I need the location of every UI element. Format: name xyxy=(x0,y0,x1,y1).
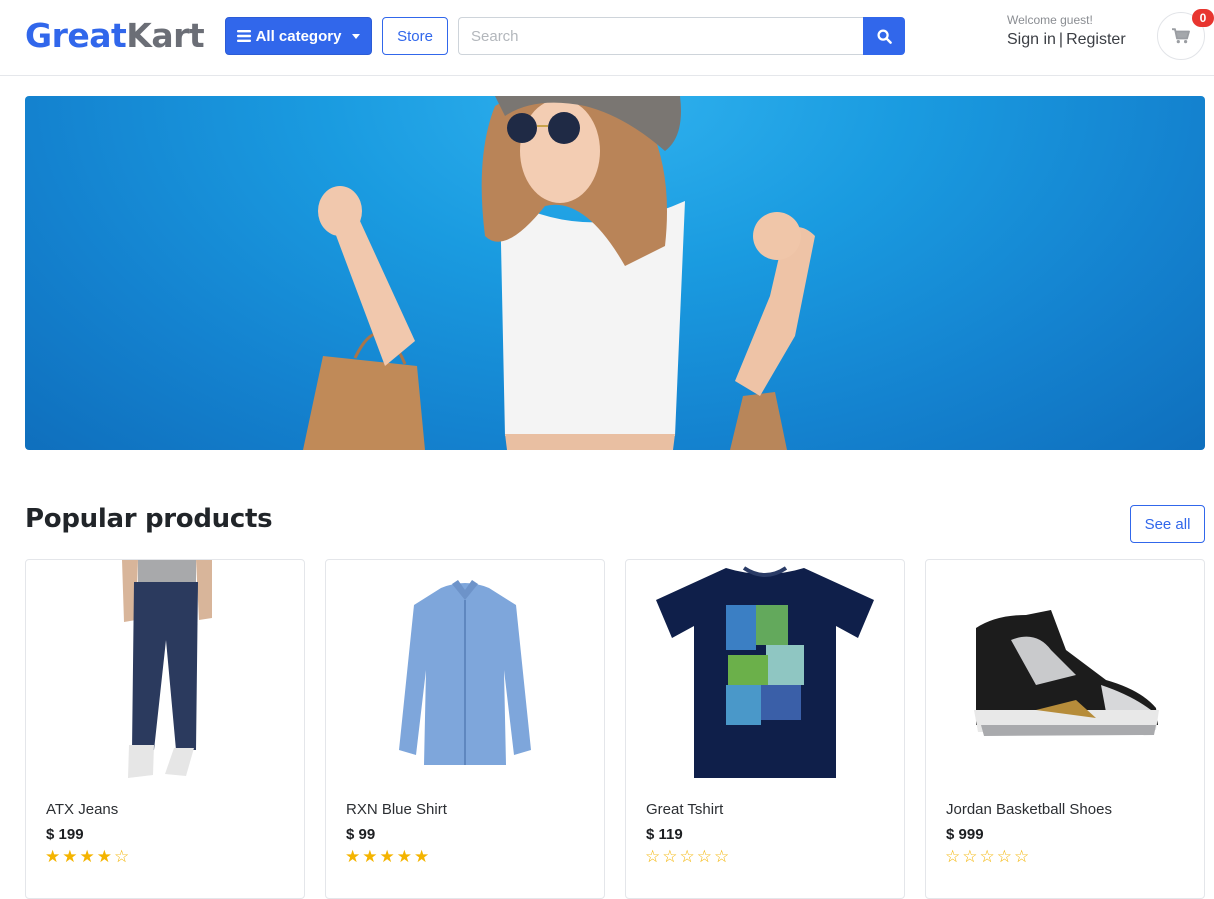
store-button[interactable]: Store xyxy=(382,17,448,55)
bars-icon xyxy=(236,30,251,42)
hero-model-image xyxy=(303,96,815,450)
site-header: GreatKart All category Store Welcome gue… xyxy=(0,0,1214,76)
star-filled-icon: ★ xyxy=(379,847,395,867)
product-card[interactable]: Great Tshirt $ 119 ☆ ☆ ☆ ☆ ☆ xyxy=(625,559,905,899)
product-price: $ 119 xyxy=(646,826,683,843)
store-label: Store xyxy=(397,27,433,45)
jeans-image xyxy=(122,560,212,778)
search-icon xyxy=(876,28,892,44)
star-empty-icon: ☆ xyxy=(662,847,678,867)
star-filled-icon: ★ xyxy=(79,847,95,867)
product-price: $ 199 xyxy=(46,826,84,843)
graphic-tshirt-image xyxy=(656,566,874,778)
cart-count-badge: 0 xyxy=(1192,9,1214,27)
star-empty-icon: ☆ xyxy=(114,847,130,867)
rating-stars: ★ ★ ★ ★ ☆ xyxy=(45,849,129,866)
search-input[interactable] xyxy=(458,17,863,55)
star-filled-icon: ★ xyxy=(345,847,361,867)
star-empty-icon: ☆ xyxy=(714,847,730,867)
product-card[interactable]: Jordan Basketball Shoes $ 999 ☆ ☆ ☆ ☆ ☆ xyxy=(925,559,1205,899)
brand-logo[interactable]: GreatKart xyxy=(25,14,205,58)
blue-shirt-image xyxy=(399,580,531,765)
star-filled-icon: ★ xyxy=(96,847,112,867)
search-button[interactable] xyxy=(863,17,905,55)
star-empty-icon: ☆ xyxy=(979,847,995,867)
search-bar xyxy=(458,17,905,55)
shopping-cart-icon xyxy=(1172,28,1190,44)
star-filled-icon: ★ xyxy=(362,847,378,867)
auth-separator: | xyxy=(1058,31,1064,48)
star-empty-icon: ☆ xyxy=(1014,847,1030,867)
product-name[interactable]: RXN Blue Shirt xyxy=(346,801,447,818)
caret-down-icon xyxy=(352,33,361,39)
star-empty-icon: ☆ xyxy=(996,847,1012,867)
product-price: $ 99 xyxy=(346,826,376,843)
welcome-text: Welcome guest! xyxy=(1007,13,1093,27)
product-card[interactable]: ATX Jeans $ 199 ★ ★ ★ ★ ☆ xyxy=(25,559,305,899)
star-filled-icon: ★ xyxy=(396,847,412,867)
product-name[interactable]: ATX Jeans xyxy=(46,801,118,818)
section-title: Popular products xyxy=(25,504,273,534)
product-name[interactable]: Great Tshirt xyxy=(646,801,723,818)
rating-stars: ☆ ☆ ☆ ☆ ☆ xyxy=(945,849,1029,866)
rating-stars: ★ ★ ★ ★ ★ xyxy=(345,849,429,866)
hero-banner[interactable] xyxy=(25,96,1205,450)
star-filled-icon: ★ xyxy=(414,847,430,867)
rating-stars: ☆ ☆ ☆ ☆ ☆ xyxy=(645,849,729,866)
star-empty-icon: ☆ xyxy=(945,847,961,867)
star-filled-icon: ★ xyxy=(62,847,78,867)
category-label: All category xyxy=(255,27,342,45)
star-empty-icon: ☆ xyxy=(696,847,712,867)
logo-text-great: Great xyxy=(25,16,127,55)
basketball-shoe-image xyxy=(974,610,1159,736)
see-all-label: See all xyxy=(1144,515,1191,533)
product-card[interactable]: RXN Blue Shirt $ 99 ★ ★ ★ ★ ★ xyxy=(325,559,605,899)
register-link[interactable]: Register xyxy=(1066,31,1126,48)
all-category-button[interactable]: All category xyxy=(225,17,372,55)
star-empty-icon: ☆ xyxy=(645,847,661,867)
star-empty-icon: ☆ xyxy=(962,847,978,867)
star-empty-icon: ☆ xyxy=(679,847,695,867)
logo-text-kart: Kart xyxy=(126,16,205,55)
auth-links: Sign in | Register xyxy=(1007,31,1126,49)
see-all-button[interactable]: See all xyxy=(1130,505,1205,543)
product-name[interactable]: Jordan Basketball Shoes xyxy=(946,801,1112,818)
sign-in-link[interactable]: Sign in xyxy=(1007,31,1056,48)
product-price: $ 999 xyxy=(946,826,984,843)
star-filled-icon: ★ xyxy=(45,847,61,867)
